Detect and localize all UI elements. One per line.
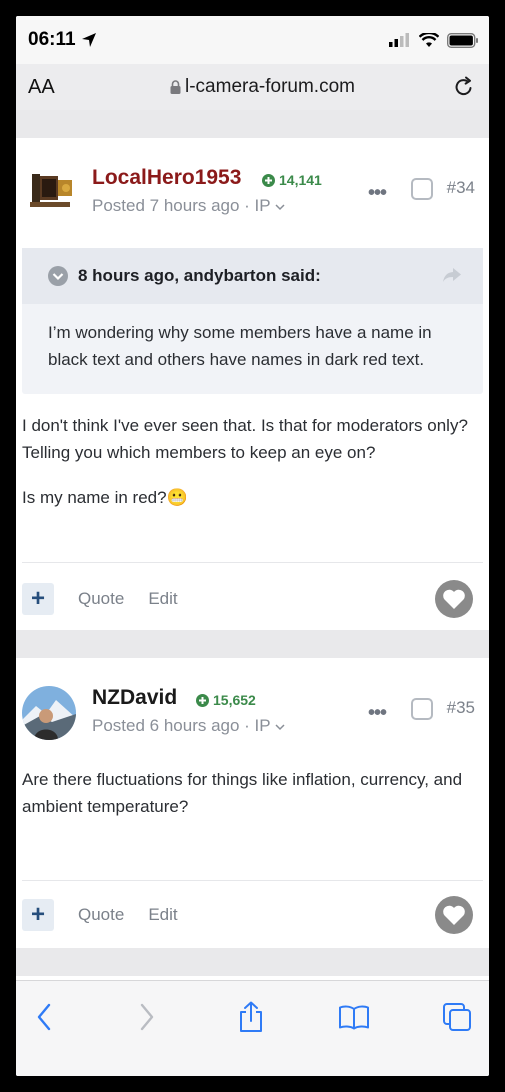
location-arrow-icon <box>81 33 96 47</box>
post-number[interactable]: #34 <box>447 178 475 198</box>
post-actions: + Quote Edit <box>16 880 489 950</box>
quote-author: 8 hours ago, andybarton said: <box>78 266 321 285</box>
select-post-checkbox[interactable] <box>411 698 433 720</box>
username[interactable]: LocalHero1953 <box>92 166 241 190</box>
reputation-value: 15,652 <box>213 692 256 708</box>
chevron-down-icon <box>275 204 285 211</box>
post-body: Are there fluctuations for things like i… <box>22 766 483 838</box>
status-time: 06:11 <box>28 29 76 50</box>
edit-button[interactable]: Edit <box>148 905 177 925</box>
ellipsis-icon[interactable]: ••• <box>368 182 387 205</box>
post-body: I don't think I've ever seen that. Is th… <box>22 412 483 529</box>
ellipsis-icon[interactable]: ••• <box>368 702 387 725</box>
username[interactable]: NZDavid <box>92 686 177 710</box>
chevron-circle-icon[interactable] <box>48 266 68 286</box>
reputation-badge: 14,141 <box>262 172 322 188</box>
post-card: NZDavid 15,652 Posted 6 hours ago · IP •… <box>16 658 489 948</box>
wifi-icon <box>419 32 439 47</box>
share-arrow-icon[interactable] <box>443 268 461 282</box>
status-icons <box>389 32 479 48</box>
post-number[interactable]: #35 <box>447 698 475 718</box>
share-button[interactable] <box>235 1001 267 1033</box>
reload-button[interactable] <box>451 74 477 100</box>
divider <box>22 562 483 563</box>
reputation-badge: 15,652 <box>196 692 256 708</box>
tabs-icon <box>443 1003 471 1031</box>
bookmarks-icon <box>338 1005 369 1030</box>
back-icon <box>37 1003 51 1031</box>
status-time-group: 06:11 <box>28 29 97 51</box>
quote-button[interactable]: Quote <box>78 905 124 925</box>
text-size-label: AA <box>28 75 55 98</box>
share-icon <box>239 1001 262 1032</box>
post-card: LocalHero1953 14,141 Posted 7 hours ago … <box>16 138 489 630</box>
select-post-checkbox[interactable] <box>411 178 433 200</box>
back-button[interactable] <box>28 1001 60 1033</box>
heart-icon <box>443 589 465 609</box>
url-text: l-camera-forum.com <box>185 76 355 97</box>
tabs-button[interactable] <box>441 1001 473 1033</box>
bookmarks-button[interactable] <box>338 1001 370 1033</box>
quote-block: 8 hours ago, andybarton said: I’m wonder… <box>22 248 483 394</box>
chevron-down-icon <box>275 724 285 731</box>
posted-text: Posted 6 hours ago · IP <box>92 716 276 735</box>
post-date[interactable]: Posted 6 hours ago · IP <box>92 716 285 736</box>
reaction-button[interactable] <box>435 896 473 934</box>
post-header: NZDavid 15,652 Posted 6 hours ago · IP •… <box>16 658 489 742</box>
lock-icon <box>170 80 181 94</box>
edit-button[interactable]: Edit <box>148 589 177 609</box>
plus-icon: + <box>30 901 45 928</box>
page-content: LocalHero1953 14,141 Posted 7 hours ago … <box>16 110 489 996</box>
address-bar: AA l-camera-forum.com <box>16 64 489 110</box>
plus-icon: + <box>30 585 45 612</box>
phone-screen: 06:11 AA l-camera-forum.com LocalHero195… <box>16 16 489 1076</box>
post-actions: + Quote Edit <box>16 564 489 634</box>
signal-icon <box>389 33 409 47</box>
plus-circle-icon <box>262 173 275 187</box>
status-bar: 06:11 <box>16 16 489 64</box>
plus-button[interactable]: + <box>22 583 54 615</box>
forward-button[interactable] <box>131 1001 163 1033</box>
post-header: LocalHero1953 14,141 Posted 7 hours ago … <box>16 138 489 222</box>
quote-header: 8 hours ago, andybarton said: <box>22 248 483 304</box>
url-field[interactable]: l-camera-forum.com <box>88 76 437 98</box>
text-size-button[interactable]: AA <box>28 76 88 99</box>
avatar[interactable] <box>22 686 76 740</box>
post-paragraph: Are there fluctuations for things like i… <box>22 770 463 816</box>
post-paragraph: I don't think I've ever seen that. Is th… <box>22 416 468 462</box>
plus-circle-icon <box>196 693 209 707</box>
plus-button[interactable]: + <box>22 899 54 931</box>
quote-button[interactable]: Quote <box>78 589 124 609</box>
avatar[interactable] <box>22 164 76 218</box>
reaction-button[interactable] <box>435 580 473 618</box>
post-paragraph: Is my name in red?😬 <box>22 488 188 507</box>
reputation-value: 14,141 <box>279 172 322 188</box>
heart-icon <box>443 905 465 925</box>
reload-icon <box>455 76 472 96</box>
browser-toolbar <box>16 980 489 1076</box>
battery-icon <box>447 32 478 48</box>
quote-text: I’m wondering why some members have a na… <box>48 323 432 369</box>
post-date[interactable]: Posted 7 hours ago · IP <box>92 196 285 216</box>
forward-icon <box>141 1003 154 1031</box>
posted-text: Posted 7 hours ago · IP <box>92 196 276 215</box>
